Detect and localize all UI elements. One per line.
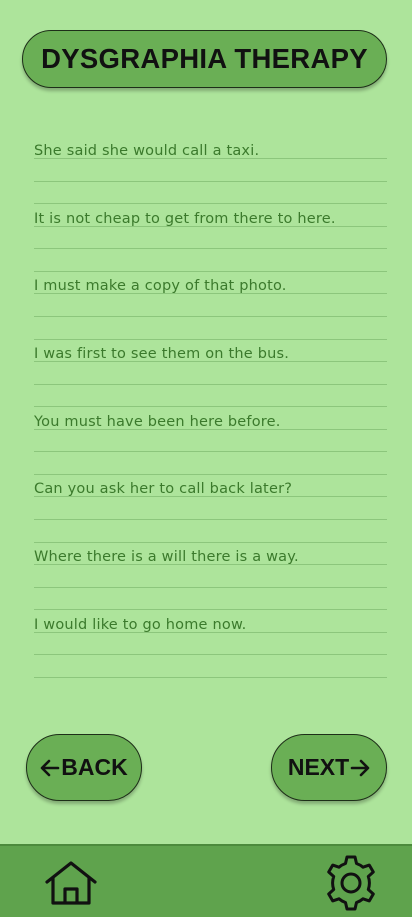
ruled-line	[34, 383, 387, 385]
ruled-line	[34, 631, 387, 633]
home-icon	[44, 860, 98, 906]
sentence-row: You must have been here before.	[34, 407, 387, 475]
sentence-text: I would like to go home now.	[34, 616, 247, 633]
sentence-text: It is not cheap to get from there to her…	[34, 210, 336, 227]
sentence-row: I would like to go home now.	[34, 610, 387, 678]
sentence-row: I must make a copy of that photo.	[34, 271, 387, 340]
home-button[interactable]	[44, 860, 98, 906]
ruled-line	[34, 180, 387, 182]
sentence-text: She said she would call a taxi.	[34, 143, 260, 159]
next-label: NEXT	[287, 754, 350, 780]
sentence-row: Where there is a will there is a way.	[34, 542, 387, 611]
arrow-right-icon	[350, 759, 370, 777]
handwriting-sheet: She said she would call a taxi. It is no…	[34, 136, 387, 678]
ruled-line	[34, 496, 387, 498]
sentence-text: I was first to see them on the bus.	[34, 346, 290, 363]
gear-icon	[322, 855, 380, 911]
ruled-line	[34, 451, 387, 453]
ruled-line	[34, 677, 387, 678]
sentence-row: I was first to see them on the bus.	[34, 339, 387, 408]
ruled-line	[34, 519, 387, 521]
ruled-line	[34, 315, 387, 317]
sentence-row: She said she would call a taxi.	[34, 136, 387, 205]
bottom-navigation-bar	[0, 844, 412, 917]
sentence-row: It is not cheap to get from there to her…	[34, 204, 387, 272]
ruled-line	[34, 428, 387, 430]
ruled-line	[34, 361, 387, 363]
ruled-line	[34, 225, 387, 227]
sentence-row: Can you ask her to call back later?	[34, 474, 387, 543]
title-banner: DYSGRAPHIA THERAPY	[22, 30, 387, 88]
back-label: BACK	[61, 754, 128, 780]
ruled-line	[34, 248, 387, 250]
sentence-text: Where there is a will there is a way.	[34, 549, 299, 566]
back-button[interactable]: BACK	[26, 734, 142, 801]
sentence-text: Can you ask her to call back later?	[34, 481, 293, 498]
page-title: DYSGRAPHIA THERAPY	[41, 43, 368, 74]
settings-button[interactable]	[322, 855, 380, 911]
sentence-text: I must make a copy of that photo.	[34, 278, 287, 295]
ruled-line	[34, 654, 387, 656]
ruled-line	[34, 586, 387, 588]
next-button[interactable]: NEXT	[271, 734, 387, 801]
ruled-line	[34, 158, 387, 159]
sentence-text: You must have been here before.	[34, 413, 281, 430]
ruled-line	[34, 293, 387, 295]
arrow-left-icon	[40, 759, 60, 777]
ruled-line	[34, 564, 387, 566]
